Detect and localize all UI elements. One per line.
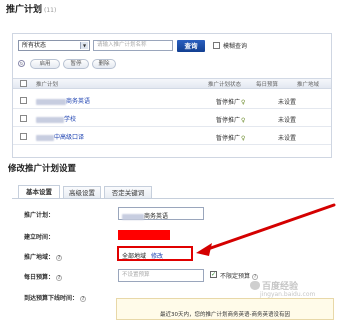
- baidu-paw-icon: [250, 281, 260, 290]
- annotation-arrow: [196, 203, 336, 256]
- watermark: 百度经验 jingyan.baidu.com: [250, 279, 315, 298]
